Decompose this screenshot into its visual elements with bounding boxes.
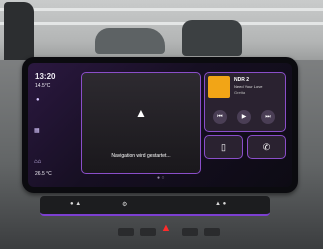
infotainment-screen: 13:20 14.5°C ● ▦ ⌂⌂ 26.5 °C ▲ Navigation…: [28, 63, 292, 187]
hazard-warning-icon[interactable]: ▲: [159, 222, 173, 234]
vent-control[interactable]: ⚙: [122, 201, 127, 208]
seat-temperature: 26.5 °C: [35, 171, 52, 177]
song-title: Need Your Love: [234, 84, 263, 89]
climate-button[interactable]: [140, 228, 156, 236]
song-artist: Gretta: [234, 90, 246, 95]
user-icon[interactable]: ●: [36, 97, 40, 103]
ceiling-beam: [0, 8, 323, 11]
clock: 13:20: [35, 72, 56, 81]
next-icon[interactable]: ⏭: [261, 110, 275, 124]
climate-button[interactable]: [182, 228, 198, 236]
seat-heating-icon[interactable]: ⌂⌂: [34, 159, 41, 165]
previous-icon[interactable]: ⏮: [213, 110, 227, 124]
ceiling-beam: [0, 22, 323, 25]
radio-station: NDR 2: [234, 77, 250, 83]
page-indicator[interactable]: ● ○: [157, 175, 164, 181]
device-icon[interactable]: ▯: [204, 135, 243, 159]
status-bar: 13:20 14.5°C ● ▦ ⌂⌂ 26.5 °C: [28, 63, 74, 187]
vent-control[interactable]: ▲ ●: [215, 201, 226, 207]
parked-car: [95, 28, 165, 54]
climate-icon[interactable]: ▦: [34, 127, 40, 134]
album-art: [208, 76, 230, 98]
play-icon[interactable]: ▶: [237, 110, 251, 124]
media-tile[interactable]: NDR 2 Need Your Love Gretta ⏮ ▶ ⏭: [204, 72, 286, 132]
vent-control[interactable]: ● ▲: [70, 201, 81, 207]
outside-temperature: 14.5°C: [35, 83, 51, 89]
climate-button[interactable]: [204, 228, 220, 236]
navigation-tile[interactable]: ▲ Navigation wird gestartet...: [81, 72, 201, 174]
navigation-status: Navigation wird gestartet...: [111, 153, 171, 159]
navigation-arrow-icon: ▲: [135, 106, 147, 120]
climate-button[interactable]: [118, 228, 134, 236]
phone-icon[interactable]: ✆: [247, 135, 286, 159]
parked-car: [182, 20, 242, 56]
